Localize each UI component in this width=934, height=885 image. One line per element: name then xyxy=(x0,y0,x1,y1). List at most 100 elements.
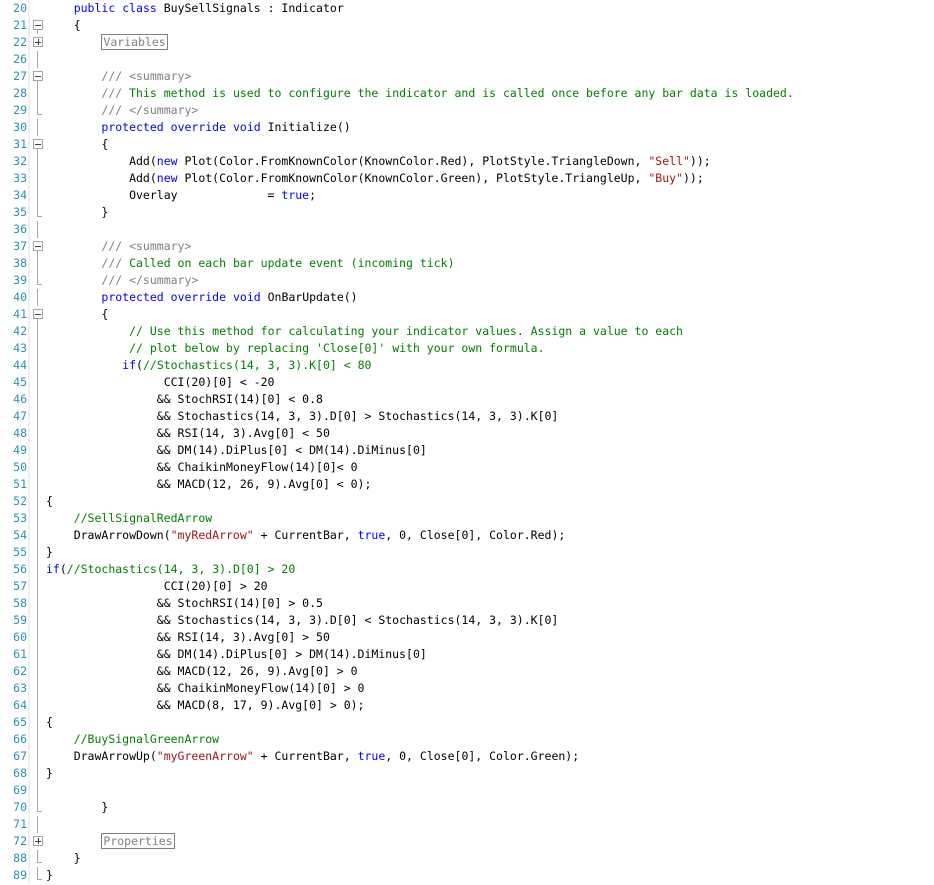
code-editor[interactable]: 20 public class BuySellSignals : Indicat… xyxy=(0,0,934,885)
code-line[interactable]: 52 { xyxy=(0,493,934,510)
code-line[interactable]: 60 && RSI(14, 3).Avg[0] > 50 xyxy=(0,629,934,646)
code-line[interactable]: 30 protected override void Initialize() xyxy=(0,119,934,136)
code-line[interactable]: 44 if(//Stochastics(14, 3, 3).K[0] < 80 xyxy=(0,357,934,374)
line-number: 22 xyxy=(13,35,27,49)
change-marker xyxy=(28,153,30,170)
line-number: 44 xyxy=(13,358,27,372)
code-line[interactable]: 39 /// </summary> xyxy=(0,272,934,289)
line-number: 49 xyxy=(13,443,27,457)
code-line[interactable]: 69 xyxy=(0,782,934,799)
line-number: 56 xyxy=(13,562,27,576)
line-number: 66 xyxy=(13,732,27,746)
line-number: 69 xyxy=(13,783,27,797)
code-line[interactable]: 29 /// </summary> xyxy=(0,102,934,119)
code-text: Properties xyxy=(46,833,175,850)
change-marker xyxy=(28,748,30,765)
fold-expand-icon[interactable] xyxy=(33,34,43,51)
code-line[interactable]: 71 xyxy=(0,816,934,833)
code-line[interactable]: 88 } xyxy=(0,850,934,867)
fold-collapse-icon[interactable] xyxy=(33,306,43,323)
fold-guide xyxy=(33,714,43,731)
fold-collapse-icon[interactable] xyxy=(33,68,43,85)
code-text: /// <summary> xyxy=(101,69,192,83)
code-line[interactable]: 57 CCI(20)[0] > 20 xyxy=(0,578,934,595)
change-marker xyxy=(28,476,30,493)
code-text: } xyxy=(46,868,53,882)
code-line[interactable]: 35 } xyxy=(0,204,934,221)
code-line[interactable]: 47 && Stochastics(14, 3, 3).D[0] > Stoch… xyxy=(0,408,934,425)
code-text: && MACD(12, 26, 9).Avg[0] < 0); xyxy=(46,477,372,491)
code-line[interactable]: 63 && ChaikinMoneyFlow(14)[0] > 0 xyxy=(0,680,934,697)
code-line[interactable]: 59 && Stochastics(14, 3, 3).D[0] < Stoch… xyxy=(0,612,934,629)
code-line[interactable]: 50 && ChaikinMoneyFlow(14)[0]< 0 xyxy=(0,459,934,476)
change-marker xyxy=(28,663,30,680)
code-line[interactable]: 67 DrawArrowUp("myGreenArrow" + CurrentB… xyxy=(0,748,934,765)
code-line[interactable]: 32 Add(new Plot(Color.FromKnownColor(Kno… xyxy=(0,153,934,170)
code-line[interactable]: 31 { xyxy=(0,136,934,153)
code-text: } xyxy=(46,766,53,780)
fold-expand-icon[interactable] xyxy=(33,833,43,850)
code-line[interactable]: 58 && StochRSI(14)[0] > 0.5 xyxy=(0,595,934,612)
fold-collapse-icon[interactable] xyxy=(33,136,43,153)
code-line[interactable]: 62 && MACD(12, 26, 9).Avg[0] > 0 xyxy=(0,663,934,680)
code-text: DrawArrowUp("myGreenArrow" + CurrentBar,… xyxy=(46,749,580,763)
code-line[interactable]: 40 protected override void OnBarUpdate() xyxy=(0,289,934,306)
code-line[interactable]: 22 Variables xyxy=(0,34,934,51)
code-text: // Use this method for calculating your … xyxy=(129,324,683,338)
code-line[interactable]: 21 { xyxy=(0,17,934,34)
code-line[interactable]: 37 /// <summary> xyxy=(0,238,934,255)
fold-guide xyxy=(33,221,43,238)
code-line[interactable]: 20 public class BuySellSignals : Indicat… xyxy=(0,0,934,17)
code-line[interactable]: 56 if(//Stochastics(14, 3, 3).D[0] > 20 xyxy=(0,561,934,578)
collapsed-region[interactable]: Variables xyxy=(101,34,168,50)
code-line[interactable]: 66 //BuySignalGreenArrow xyxy=(0,731,934,748)
code-line[interactable]: 72 Properties xyxy=(0,833,934,850)
code-line[interactable]: 33 Add(new Plot(Color.FromKnownColor(Kno… xyxy=(0,170,934,187)
code-line[interactable]: 55} xyxy=(0,544,934,561)
fold-gutter xyxy=(33,0,43,17)
code-line[interactable]: 49 && DM(14).DiPlus[0] < DM(14).DiMinus[… xyxy=(0,442,934,459)
code-line[interactable]: 28 /// This method is used to configure … xyxy=(0,85,934,102)
fold-guide xyxy=(33,595,43,612)
code-text: CCI(20)[0] < -20 xyxy=(46,375,275,389)
code-text: Overlay = true; xyxy=(46,188,317,202)
code-line[interactable]: 48 && RSI(14, 3).Avg[0] < 50 xyxy=(0,425,934,442)
fold-collapse-icon[interactable] xyxy=(33,238,43,255)
fold-collapse-icon[interactable] xyxy=(33,17,43,34)
change-marker xyxy=(28,782,30,799)
line-number: 70 xyxy=(13,800,27,814)
code-line[interactable]: 51 && MACD(12, 26, 9).Avg[0] < 0); xyxy=(0,476,934,493)
collapsed-region[interactable]: Properties xyxy=(101,833,175,849)
fold-guide xyxy=(33,255,43,272)
code-line[interactable]: 45 CCI(20)[0] < -20 xyxy=(0,374,934,391)
code-text: { xyxy=(46,137,109,151)
code-line[interactable]: 42 // Use this method for calculating yo… xyxy=(0,323,934,340)
code-line[interactable]: 43 // plot below by replacing 'Close[0]'… xyxy=(0,340,934,357)
line-number: 26 xyxy=(13,52,27,66)
code-line[interactable]: 64 && MACD(8, 17, 9).Avg[0] > 0); xyxy=(0,697,934,714)
code-line[interactable]: 27 /// <summary> xyxy=(0,68,934,85)
line-number: 50 xyxy=(13,460,27,474)
code-line[interactable]: 54 DrawArrowDown("myRedArrow" + CurrentB… xyxy=(0,527,934,544)
code-text: { xyxy=(46,18,81,32)
code-line[interactable]: 34 Overlay = true; xyxy=(0,187,934,204)
code-line[interactable]: 41 { xyxy=(0,306,934,323)
code-line[interactable]: 46 && StochRSI(14)[0] < 0.8 xyxy=(0,391,934,408)
code-text: } xyxy=(46,851,81,865)
code-line[interactable]: 36 xyxy=(0,221,934,238)
code-line[interactable]: 89} xyxy=(0,867,934,884)
code-line[interactable]: 38 /// Called on each bar update event (… xyxy=(0,255,934,272)
code-line[interactable]: 65 { xyxy=(0,714,934,731)
code-line[interactable]: 70 } xyxy=(0,799,934,816)
code-text: && RSI(14, 3).Avg[0] < 50 xyxy=(46,426,330,440)
code-line[interactable]: 68} xyxy=(0,765,934,782)
change-marker xyxy=(28,238,30,255)
change-marker xyxy=(28,374,30,391)
change-marker xyxy=(28,102,30,119)
code-text: CCI(20)[0] > 20 xyxy=(46,579,268,593)
code-line[interactable]: 26 xyxy=(0,51,934,68)
code-line[interactable]: 61 && DM(14).DiPlus[0] > DM(14).DiMinus[… xyxy=(0,646,934,663)
change-marker xyxy=(28,187,30,204)
line-number: 59 xyxy=(13,613,27,627)
code-line[interactable]: 53 //SellSignalRedArrow xyxy=(0,510,934,527)
